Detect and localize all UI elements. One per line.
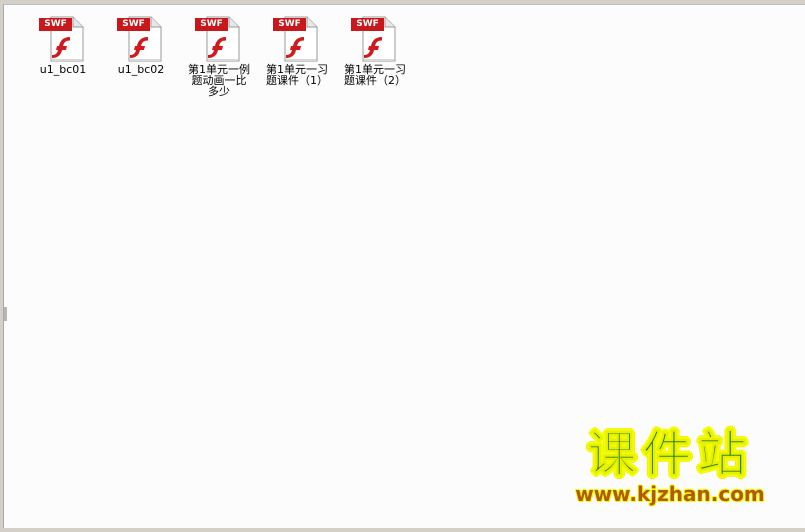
flash-f-glyph [52,37,70,58]
file-item[interactable]: SWF 第1单元一例题动画一比多少 [180,15,258,97]
flash-file-icon: SWF [273,15,321,63]
pane-splitter-handle[interactable] [4,307,7,321]
file-item[interactable]: SWF 第1单元一习题课件（2） [336,15,414,97]
swf-badge: SWF [195,18,228,31]
flash-file-icon: SWF [351,15,399,63]
file-view-pane[interactable]: SWF u1_bc01 SWF u1_bc02 SWF 第1单元一例题动画一比多… [3,4,805,528]
file-item[interactable]: SWF u1_bc02 [102,15,180,97]
flash-file-icon: SWF [39,15,87,63]
file-item[interactable]: SWF u1_bc01 [24,15,102,97]
file-name-label: 第1单元一习题课件（2） [344,63,406,87]
flash-f-glyph [286,37,304,58]
flash-file-icon: SWF [195,15,243,63]
file-item[interactable]: SWF 第1单元一习题课件（1） [258,15,336,97]
swf-badge: SWF [39,18,72,31]
file-name-label: u1_bc01 [39,63,87,76]
file-name-label: 第1单元一例题动画一比多少 [188,63,250,98]
kjzhan-watermark: 课件站 www.kjzhan.com [555,426,785,506]
flash-file-icon: SWF [117,15,165,63]
file-name-label: 第1单元一习题课件（1） [266,63,328,87]
swf-badge: SWF [351,18,384,31]
swf-badge: SWF [273,18,306,31]
watermark-title: 课件站 [587,426,753,483]
file-name-label: u1_bc02 [117,63,165,76]
flash-f-glyph [208,37,226,58]
file-icon-grid: SWF u1_bc01 SWF u1_bc02 SWF 第1单元一例题动画一比多… [24,15,414,97]
flash-f-glyph [130,37,148,58]
swf-badge: SWF [117,18,150,31]
watermark-url: www.kjzhan.com [575,482,765,506]
flash-f-glyph [364,37,382,58]
